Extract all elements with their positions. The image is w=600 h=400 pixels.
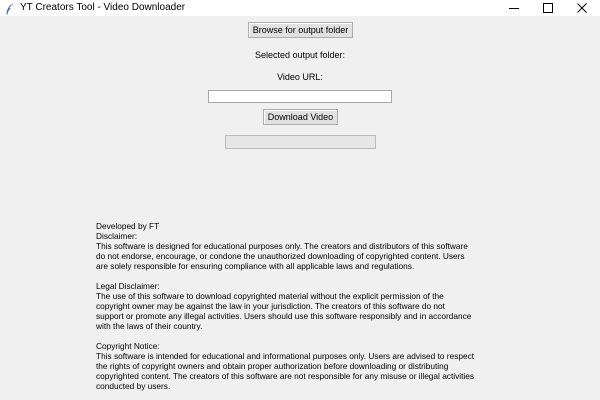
maximize-button[interactable]	[532, 0, 564, 16]
legal-disclaimer-text: The use of this software to download cop…	[96, 291, 472, 331]
selected-folder-label: Selected output folder:	[254, 50, 346, 60]
info-text: Developed by FT Disclaimer: This softwar…	[96, 221, 516, 391]
browse-folder-button[interactable]: Browse for output folder	[248, 22, 353, 38]
copyright-heading: Copyright Notice:	[96, 341, 160, 351]
video-url-label: Video URL:	[277, 72, 323, 82]
legal-disclaimer-heading: Legal Disclaimer:	[96, 281, 160, 291]
maximize-icon	[543, 3, 553, 13]
close-button[interactable]	[566, 0, 598, 16]
disclaimer-text: This software is designed for educationa…	[96, 241, 468, 271]
title-bar[interactable]: YT Creators Tool - Video Downloader	[0, 0, 600, 16]
disclaimer-heading: Disclaimer:	[96, 231, 138, 241]
window-title: YT Creators Tool - Video Downloader	[20, 2, 186, 13]
download-progress-bar	[225, 135, 376, 149]
copyright-text: This software is intended for educationa…	[96, 351, 475, 391]
feather-icon	[5, 2, 15, 15]
close-icon	[577, 3, 587, 13]
video-url-input[interactable]	[208, 90, 392, 103]
minimize-button[interactable]	[498, 0, 530, 16]
minimize-icon	[509, 8, 519, 9]
developed-by-text: Developed by FT	[96, 221, 160, 231]
download-video-button[interactable]: Download Video	[263, 109, 338, 125]
